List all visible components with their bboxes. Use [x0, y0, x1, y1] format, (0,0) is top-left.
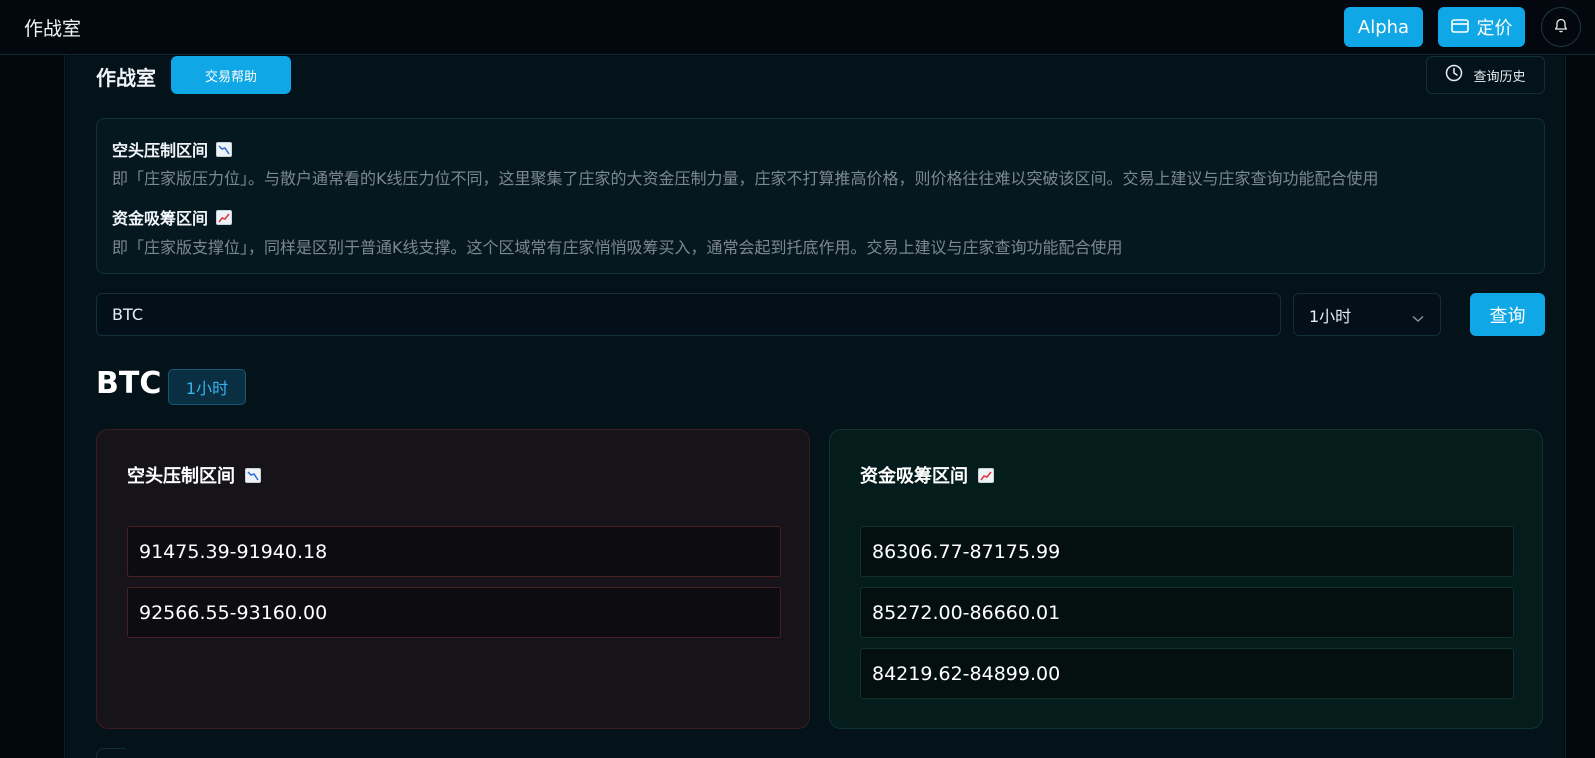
- info-short-desc: 即「庄家版压力位」。与散户通常看的K线压力位不同，这里聚集了庄家的大资金压制力量…: [112, 169, 1379, 188]
- page-title: 作战室: [96, 66, 156, 90]
- short-card-heading: 空头压制区间: [127, 462, 261, 488]
- long-card-title: 资金吸筹区间: [860, 466, 968, 487]
- short-zone: 91475.39-91940.18: [127, 526, 781, 577]
- bell-icon: [1554, 18, 1568, 37]
- pricing-label: 定价: [1476, 18, 1513, 39]
- card-icon: [1450, 17, 1469, 38]
- interval-select[interactable]: 1小时: [1293, 293, 1441, 336]
- query-history-button[interactable]: 查询历史: [1426, 56, 1545, 94]
- interval-select-value: 1小时: [1309, 306, 1352, 326]
- chart-increasing-icon: [216, 209, 233, 225]
- long-zone: 86306.77-87175.99: [860, 526, 1514, 577]
- info-long-title: 资金吸筹区间: [112, 209, 209, 228]
- long-card-heading: 资金吸筹区间: [860, 462, 994, 488]
- next-section-edge: [96, 748, 126, 758]
- right-rail: [1565, 55, 1595, 758]
- info-short-title: 空头压制区间: [112, 141, 209, 160]
- pricing-button[interactable]: 定价: [1438, 7, 1525, 47]
- info-short-heading: 空头压制区间: [112, 137, 233, 161]
- interval-badge: 1小时: [168, 369, 246, 405]
- app-title: 作战室: [24, 18, 82, 40]
- short-zone: 92566.55-93160.00: [127, 587, 781, 638]
- result-symbol: BTC: [96, 366, 162, 401]
- long-zone: 85272.00-86660.01: [860, 587, 1514, 638]
- accumulation-card: 资金吸筹区间 86306.77-87175.99 85272.00-86660.…: [829, 429, 1543, 729]
- alpha-button[interactable]: Alpha: [1344, 7, 1423, 47]
- trading-help-button[interactable]: 交易帮助: [171, 56, 291, 94]
- notifications-button[interactable]: [1541, 7, 1581, 47]
- short-card-title: 空头压制区间: [127, 466, 235, 487]
- main-panel: 作战室 交易帮助 查询历史 空头压制区间 即「庄家版压力位」。与散户通常看的K线…: [66, 56, 1564, 758]
- clock-icon: [1445, 64, 1463, 86]
- info-long-desc: 即「庄家版支撑位」，同样是区别于普通K线支撑。这个区域常有庄家悄悄吸筹买入，通常…: [112, 238, 1123, 257]
- chevron-down-icon: [1412, 308, 1424, 327]
- left-rail: [0, 55, 65, 758]
- query-button[interactable]: 查询: [1470, 293, 1545, 336]
- history-label: 查询历史: [1473, 69, 1526, 85]
- chart-increasing-icon: [978, 467, 994, 483]
- chart-decreasing-icon: [245, 467, 261, 483]
- info-long-heading: 资金吸筹区间: [112, 205, 233, 229]
- symbol-input[interactable]: [96, 293, 1281, 336]
- info-box: 空头压制区间 即「庄家版压力位」。与散户通常看的K线压力位不同，这里聚集了庄家的…: [96, 118, 1545, 274]
- chart-decreasing-icon: [216, 141, 233, 157]
- long-zone: 84219.62-84899.00: [860, 648, 1514, 699]
- short-suppression-card: 空头压制区间 91475.39-91940.18 92566.55-93160.…: [96, 429, 810, 729]
- top-navbar: 作战室 Alpha 定价: [0, 0, 1595, 55]
